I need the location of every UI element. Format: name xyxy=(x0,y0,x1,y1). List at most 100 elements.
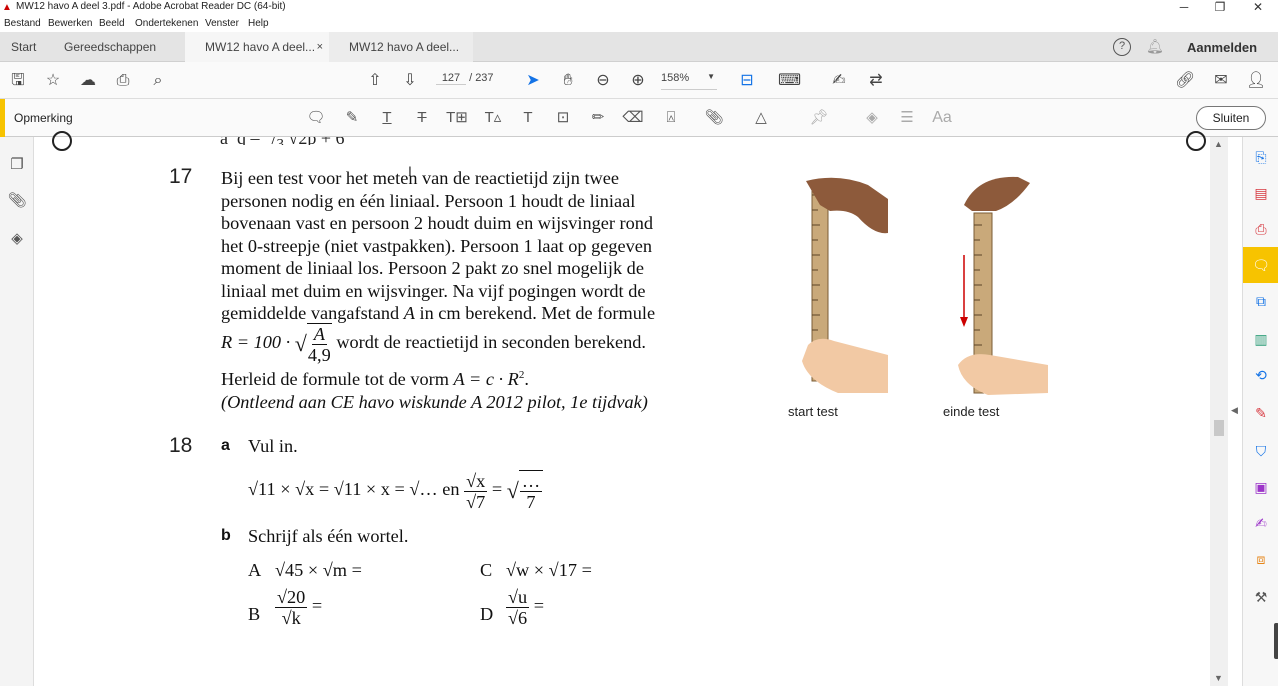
pin-icon[interactable]: 📌︎ xyxy=(808,108,830,128)
menu-bewerken[interactable]: Bewerken xyxy=(48,18,92,29)
replace-text-icon[interactable]: T⊞ xyxy=(446,108,468,128)
keyboard-icon[interactable]: ⌨ xyxy=(778,71,801,91)
organize-pages-icon[interactable]: ▤ xyxy=(1251,183,1271,203)
protect-shield-icon[interactable]: ⛉ xyxy=(1251,441,1271,461)
request-signature-icon[interactable]: ✍︎ xyxy=(1251,513,1271,533)
next-page-icon[interactable]: ⇩ xyxy=(400,71,420,91)
tab-document-active[interactable]: MW12 havo A deel... × xyxy=(185,32,329,62)
zoom-dropdown[interactable]: 158% ▼ xyxy=(661,72,717,90)
text-cursor-icon: I xyxy=(408,163,412,179)
insert-text-icon[interactable]: T▵ xyxy=(482,108,504,128)
close-window-button[interactable]: ✕ xyxy=(1240,0,1276,16)
line-width-icon[interactable]: ☰ xyxy=(896,108,918,128)
menu-help[interactable]: Help xyxy=(248,18,269,29)
title-bar: ▲ MW12 havo A deel 3.pdf - Adobe Acrobat… xyxy=(0,0,1278,16)
menu-ondertekenen[interactable]: Ondertekenen xyxy=(135,18,198,29)
combine-files-icon[interactable]: ⧉ xyxy=(1251,291,1271,311)
main-toolbar: 🖫︎ ☆ ☁︎ ⎙ ⌕ ⇧ ⇩ 127 / 237 ➤ ✋︎ ⊖ ⊕ 158% … xyxy=(0,62,1278,99)
page-thumbnails-icon[interactable]: ❐ xyxy=(7,155,27,175)
q18a-f1-num: √x xyxy=(464,470,488,492)
sticky-note-icon[interactable]: 🗨︎ xyxy=(305,108,327,128)
menu-venster[interactable]: Venster xyxy=(205,18,239,29)
shapes-icon[interactable]: △ xyxy=(750,108,772,128)
registration-mark-icon xyxy=(1186,131,1206,151)
upload-cloud-icon[interactable]: ☁︎ xyxy=(78,71,98,91)
acrobat-app-icon: ▲ xyxy=(2,2,12,13)
export-pdf-icon[interactable]: ⎙ xyxy=(1251,219,1271,239)
q18a-expr: √11 × √x = √11 × x = √… en xyxy=(248,479,460,500)
maximize-button[interactable]: ❐ xyxy=(1202,0,1238,16)
close-tab-icon[interactable]: × xyxy=(317,32,323,62)
item-b-num: √20 xyxy=(275,587,308,608)
menu-beeld[interactable]: Beeld xyxy=(99,18,125,29)
pdf-page: a q – 1/3 √2p + 6 17 Bij een test voor h… xyxy=(48,131,1210,686)
tab-tools[interactable]: Gereedschappen xyxy=(64,32,156,62)
scroll-down-icon[interactable]: ▼ xyxy=(1214,673,1223,683)
attachments-icon[interactable]: 📎︎ xyxy=(7,191,27,211)
print-icon[interactable]: ⎙ xyxy=(113,71,133,91)
help-icon[interactable]: ? xyxy=(1113,38,1131,56)
attach-file-icon[interactable]: 📎︎ xyxy=(703,108,725,128)
strikethrough-text-icon[interactable]: T xyxy=(411,108,433,128)
close-comment-button[interactable]: Sluiten xyxy=(1196,106,1266,130)
text-box-icon[interactable]: ⊡ xyxy=(552,108,574,128)
pencil-icon[interactable]: ✏︎ xyxy=(587,108,609,128)
more-tools-icon[interactable]: ⧈ xyxy=(1251,549,1271,569)
send-for-review-icon[interactable]: ▣ xyxy=(1251,477,1271,497)
minimize-button[interactable]: ─ xyxy=(1166,0,1202,16)
underline-text-icon[interactable]: T xyxy=(376,108,398,128)
bookmark-star-icon[interactable]: ☆ xyxy=(43,71,63,91)
zoom-in-icon[interactable]: ⊕ xyxy=(628,71,648,91)
fill-sign-icon[interactable]: ✎ xyxy=(1251,403,1271,423)
sign-pen-icon[interactable]: ✍︎ xyxy=(829,71,849,91)
eraser-icon[interactable]: ⌫ xyxy=(622,108,644,128)
collapse-right-icon[interactable]: ◀ xyxy=(1231,405,1238,416)
fill-color-icon[interactable]: ◈ xyxy=(861,108,883,128)
page-number-input[interactable]: 127 xyxy=(436,72,466,85)
user-add-icon[interactable]: 👤︎ xyxy=(1246,71,1266,91)
item-d-fraction: √u √6 xyxy=(506,587,530,628)
create-pdf-icon[interactable]: ⎘ xyxy=(1251,147,1271,167)
tab-bar: Start Gereedschappen MW12 havo A deel...… xyxy=(0,32,1278,62)
q17-line: liniaal met duim en wijsvinger. Na vijf … xyxy=(221,280,646,301)
layers-icon[interactable]: ◈ xyxy=(7,229,27,249)
notification-bell-icon[interactable]: 🔔︎ xyxy=(1146,38,1164,55)
page-layout-icon[interactable]: ⊟ xyxy=(737,71,757,91)
email-icon[interactable]: ✉︎ xyxy=(1211,71,1231,91)
q18a-f2-den: 7 xyxy=(526,492,536,512)
item-b-fraction: √20 √k xyxy=(275,587,308,628)
tab-start[interactable]: Start xyxy=(11,32,36,62)
previous-page-icon[interactable]: ⇧ xyxy=(365,71,385,91)
document-viewport[interactable]: a q – 1/3 √2p + 6 17 Bij een test voor h… xyxy=(34,131,1210,686)
formula-tail: wordt de reactietijd in seconden bereken… xyxy=(336,332,646,353)
link-icon[interactable]: 🔗︎ xyxy=(1175,71,1195,91)
comment-accent-bar xyxy=(0,99,5,137)
scroll-up-icon[interactable]: ▲ xyxy=(1214,139,1223,149)
sign-in-button[interactable]: Aanmelden xyxy=(1187,40,1257,55)
comment-tool-icon[interactable]: 🗨︎ xyxy=(1251,255,1271,275)
scrollbar-thumb[interactable] xyxy=(1214,420,1224,436)
search-icon[interactable]: ⌕ xyxy=(148,71,168,91)
highlight-icon[interactable]: ✎ xyxy=(341,108,363,128)
save-icon[interactable]: 🖫︎ xyxy=(8,71,28,91)
tab-document-2[interactable]: MW12 havo A deel... xyxy=(329,32,473,62)
question-18-number: 18 xyxy=(169,434,193,457)
item-a-expression: √45 × √m = xyxy=(275,560,362,580)
customize-tools-icon[interactable]: ⚒︎ xyxy=(1251,587,1271,607)
zoom-out-icon[interactable]: ⊖ xyxy=(593,71,613,91)
add-text-icon[interactable]: T xyxy=(517,108,539,128)
stamp-icon[interactable]: ⍓ xyxy=(660,108,682,128)
select-pointer-icon[interactable]: ➤ xyxy=(523,71,543,91)
ruler-illustration xyxy=(802,176,1048,395)
share-icon[interactable]: ⇄ xyxy=(866,71,886,91)
font-size-icon[interactable]: Aa xyxy=(931,108,953,128)
end-test-figure xyxy=(958,176,1048,395)
menu-bestand[interactable]: Bestand xyxy=(4,18,41,29)
panel-scroll-thumb[interactable] xyxy=(1274,623,1278,659)
caption-start-test: start test xyxy=(788,404,838,419)
vertical-scrollbar[interactable]: ▲ ▼ xyxy=(1210,137,1228,686)
edit-pdf-icon[interactable]: ▥ xyxy=(1251,329,1271,349)
scan-ocr-icon[interactable]: ⟲ xyxy=(1251,365,1271,385)
q17-line: gemiddelde vangafstand A in cm berekend.… xyxy=(221,302,721,325)
hand-tool-icon[interactable]: ✋︎ xyxy=(558,71,578,91)
